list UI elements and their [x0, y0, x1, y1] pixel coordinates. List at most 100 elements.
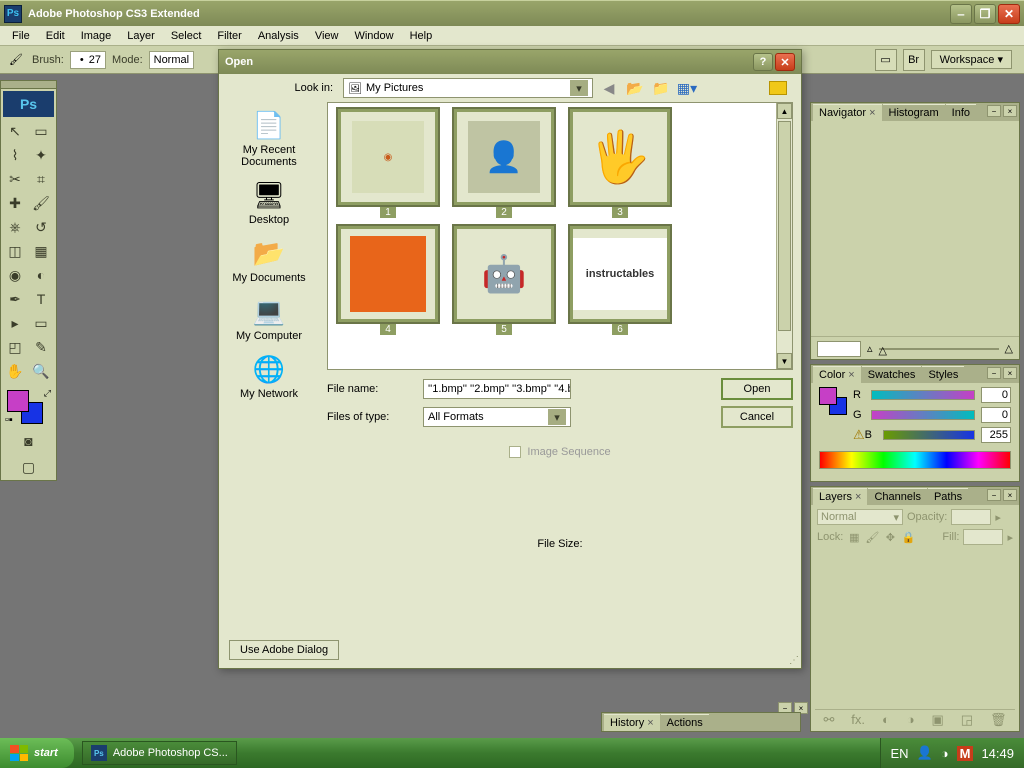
dodge-tool[interactable]: ◐ — [29, 264, 53, 286]
foreground-color-swatch[interactable] — [7, 390, 29, 412]
b-slider[interactable] — [883, 430, 975, 440]
menu-layer[interactable]: Layer — [119, 28, 163, 44]
panel-close-icon[interactable]: × — [1003, 489, 1017, 501]
place-desktop[interactable]: 🖥Desktop — [247, 176, 291, 228]
color-fg-swatch[interactable] — [819, 387, 837, 405]
menu-image[interactable]: Image — [73, 28, 120, 44]
close-button[interactable]: ✕ — [998, 4, 1020, 24]
start-button[interactable]: start — [0, 738, 74, 768]
menu-window[interactable]: Window — [346, 28, 401, 44]
back-icon[interactable]: ◀ — [599, 78, 619, 98]
hand-tool[interactable]: ✋ — [3, 360, 27, 382]
lookin-select[interactable]: 🖼 My Pictures ▾ — [343, 78, 593, 98]
lock-position-icon[interactable]: ✥ — [883, 530, 897, 544]
path-select-tool[interactable]: ▸ — [3, 312, 27, 334]
zoom-slider[interactable]: △ — [879, 348, 999, 350]
crop-tool[interactable]: ✂ — [3, 168, 27, 190]
stamp-tool[interactable]: ⎈ — [3, 216, 27, 238]
delete-layer-icon[interactable]: 🗑 — [990, 712, 1007, 728]
fill-input[interactable] — [963, 529, 1003, 545]
type-tool[interactable]: T — [29, 288, 53, 310]
zoom-in-icon[interactable]: △ — [1005, 342, 1013, 355]
place-recent[interactable]: 📄My Recent Documents — [223, 106, 315, 170]
place-mydocs[interactable]: 📂My Documents — [230, 234, 307, 286]
new-folder-icon[interactable]: 📁 — [651, 78, 671, 98]
cancel-button[interactable]: Cancel — [721, 406, 793, 428]
panel-close-icon[interactable]: × — [1003, 105, 1017, 117]
g-slider[interactable] — [871, 410, 975, 420]
menu-analysis[interactable]: Analysis — [250, 28, 307, 44]
place-mycomputer[interactable]: 💻My Computer — [234, 292, 304, 344]
panel-minimize-icon[interactable]: − — [987, 105, 1001, 117]
toolbox-grip[interactable] — [0, 80, 57, 88]
scroll-down-icon[interactable]: ▼ — [777, 353, 792, 369]
gamut-warning-icon[interactable]: ⚠ — [853, 427, 865, 443]
shape-tool[interactable]: ▭ — [29, 312, 53, 334]
tab-paths[interactable]: Paths — [928, 488, 968, 505]
workspace-menu[interactable]: Workspace ▾ — [931, 50, 1012, 69]
file-thumb-3[interactable]: 🖐3 — [566, 109, 674, 218]
lock-all-icon[interactable]: 🔒 — [901, 530, 915, 544]
tab-info[interactable]: Info — [946, 104, 976, 121]
favorites-flag-icon[interactable] — [769, 81, 787, 95]
image-sequence-checkbox[interactable] — [509, 446, 521, 458]
dialog-help-button[interactable]: ? — [753, 53, 773, 71]
notes-tool[interactable]: ◰ — [3, 336, 27, 358]
blur-tool[interactable]: ◉ — [3, 264, 27, 286]
tray-user-icon[interactable]: 👤 — [917, 745, 933, 761]
eraser-tool[interactable]: ◫ — [3, 240, 27, 262]
menu-select[interactable]: Select — [163, 28, 210, 44]
tab-actions[interactable]: Actions — [661, 714, 709, 731]
adjustment-layer-icon[interactable]: ◑ — [907, 712, 915, 727]
open-button[interactable]: Open — [721, 378, 793, 400]
launch-bridge-icon[interactable]: Br — [903, 49, 925, 71]
marquee-tool[interactable]: ▭ — [29, 120, 53, 142]
tab-navigator[interactable]: Navigator× — [813, 104, 882, 121]
tab-styles[interactable]: Styles — [922, 366, 964, 383]
dialog-title-bar[interactable]: Open ? ✕ — [219, 50, 801, 74]
dropdown-arrow-icon[interactable]: ▾ — [548, 409, 566, 425]
brush-tool[interactable]: 🖌 — [29, 192, 53, 214]
panel-minimize-icon[interactable]: − — [987, 367, 1001, 379]
dropdown-arrow-icon[interactable]: ▾ — [570, 80, 588, 96]
view-menu-icon[interactable]: ▦▾ — [677, 78, 697, 98]
zoom-out-icon[interactable]: ▵ — [867, 342, 873, 355]
g-value[interactable]: 0 — [981, 407, 1011, 423]
tab-swatches[interactable]: Swatches — [862, 366, 922, 383]
history-brush-tool[interactable]: ↺ — [29, 216, 53, 238]
up-folder-icon[interactable]: 📂 — [625, 78, 645, 98]
panel-close-icon[interactable]: × — [1003, 367, 1017, 379]
tray-volume-icon[interactable]: ◑ — [941, 746, 949, 761]
tab-channels[interactable]: Channels — [868, 488, 926, 505]
brush-size-selector[interactable]: •27 — [70, 51, 106, 69]
color-spectrum[interactable] — [819, 451, 1011, 469]
panel-minimize-icon[interactable]: − — [987, 489, 1001, 501]
default-colors-icon[interactable]: ▫▪ — [5, 414, 15, 424]
pen-tool[interactable]: ✒ — [3, 288, 27, 310]
layer-style-icon[interactable]: fx. — [851, 712, 865, 727]
quick-mask-toggle[interactable]: ◙ — [17, 430, 41, 452]
move-tool[interactable]: ↖ — [3, 120, 27, 142]
tab-color[interactable]: Color× — [813, 366, 861, 383]
zoom-input[interactable] — [817, 341, 861, 357]
new-group-icon[interactable]: ▣ — [932, 712, 944, 728]
place-network[interactable]: 🌐My Network — [238, 350, 300, 402]
b-value[interactable]: 255 — [981, 427, 1011, 443]
zoom-tool[interactable]: 🔍 — [29, 360, 53, 382]
heal-tool[interactable]: ✚ — [3, 192, 27, 214]
blend-mode-select[interactable]: Normal▾ — [817, 509, 903, 525]
brush-tool-icon[interactable]: 🖌 — [6, 50, 26, 70]
file-thumb-1[interactable]: ◉1 — [334, 109, 442, 218]
bridge-icon[interactable]: ▭ — [875, 49, 897, 71]
layer-mask-icon[interactable]: ◐ — [882, 712, 890, 727]
eyedropper-tool[interactable]: ✎ — [29, 336, 53, 358]
opacity-input[interactable] — [951, 509, 991, 525]
lock-transparency-icon[interactable]: ▦ — [847, 530, 861, 544]
dialog-close-button[interactable]: ✕ — [775, 53, 795, 71]
r-slider[interactable] — [871, 390, 975, 400]
scroll-thumb[interactable] — [778, 121, 791, 331]
file-list-scrollbar[interactable]: ▲ ▼ — [776, 103, 792, 369]
clock[interactable]: 14:49 — [981, 746, 1014, 761]
file-thumb-4[interactable]: 4 — [334, 226, 442, 335]
file-thumb-2[interactable]: 👤2 — [450, 109, 558, 218]
